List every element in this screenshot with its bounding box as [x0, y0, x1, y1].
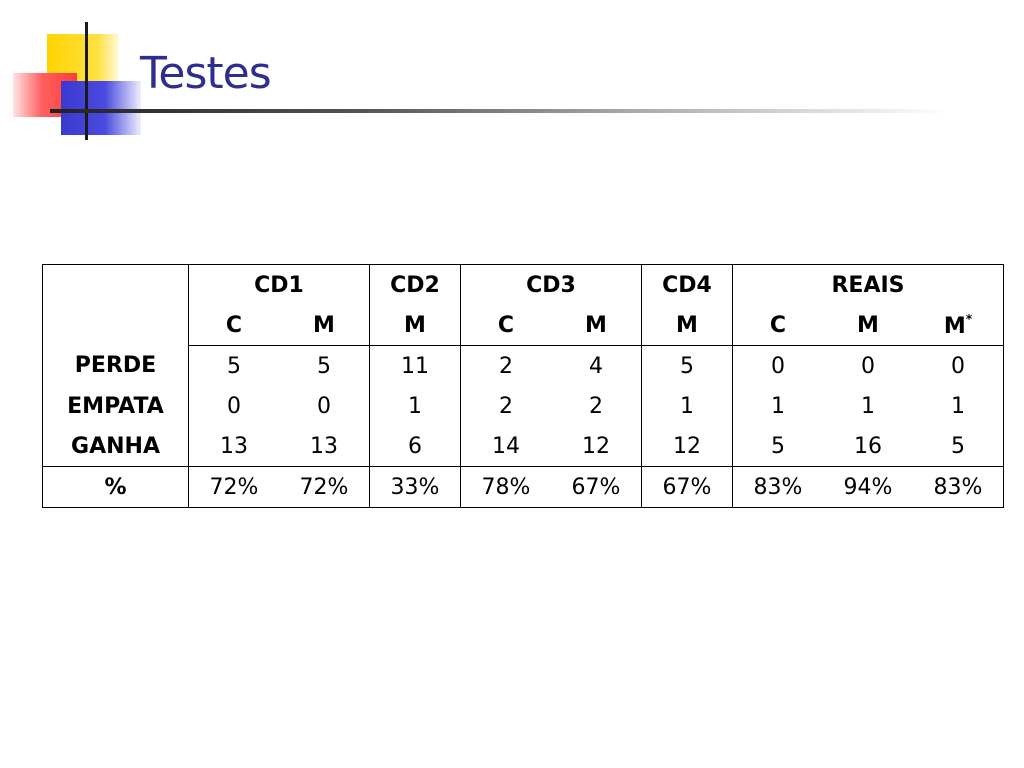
- data-cell: 0: [279, 386, 370, 426]
- data-cell: 0: [227, 393, 241, 419]
- percent-row: % 72% 72% 33% 78% 67% 67% 83% 94% 83%: [42, 466, 1004, 508]
- slide-logo-decoration: [0, 0, 150, 150]
- data-cell: 2: [499, 393, 513, 419]
- data-cell: 6: [369, 426, 461, 467]
- subheader-cell: C: [732, 305, 823, 346]
- data-cell: 13: [279, 426, 370, 467]
- data-cell: 67%: [641, 466, 733, 508]
- data-cell: 5: [913, 426, 1004, 467]
- data-cell: 72%: [188, 466, 279, 508]
- subheader-cell: C: [460, 305, 551, 346]
- data-cell: 0: [861, 353, 875, 379]
- data-cell: 14: [460, 426, 551, 467]
- data-cell: 83%: [913, 466, 1004, 508]
- table-row: PERDE 5 5 11 2 4 5 0 0 0: [42, 345, 1004, 386]
- corner-cell: [42, 264, 189, 346]
- data-cell: 12: [551, 426, 642, 467]
- row-label: PERDE: [42, 345, 189, 386]
- group-header-cd4: CD4: [641, 264, 733, 305]
- slide-title: Testes: [140, 48, 272, 99]
- data-cell: 1: [913, 386, 1004, 426]
- results-table: CD1 CD2 CD3 CD4 REAIS C M M C M M C M M*…: [42, 264, 1004, 508]
- group-header-cd3: CD3: [460, 264, 642, 305]
- data-cell: 2: [551, 386, 642, 426]
- group-header-reais: REAIS: [732, 264, 1004, 305]
- group-header-cd2: CD2: [369, 264, 461, 305]
- data-cell: 0: [771, 353, 785, 379]
- group-header-cd1: CD1: [188, 264, 370, 305]
- subheader-label: M: [943, 313, 966, 339]
- table-row: GANHA 13 13 6 14 12 12 5 16 5: [42, 426, 1004, 467]
- row-label: EMPATA: [42, 386, 189, 426]
- data-cell: 83%: [732, 466, 823, 508]
- data-cell: 78%: [460, 466, 551, 508]
- data-cell: 2: [499, 353, 513, 379]
- footnote-mark: *: [965, 311, 973, 326]
- data-cell: 5: [641, 345, 733, 386]
- data-cell: 11: [369, 345, 461, 386]
- data-cell: 13: [188, 426, 279, 467]
- data-cell: 1: [861, 393, 875, 419]
- row-label: GANHA: [42, 426, 189, 467]
- data-cell: 1: [369, 386, 461, 426]
- subheader-cell: C: [188, 305, 279, 346]
- title-underline: [50, 109, 950, 113]
- data-cell: 67%: [551, 466, 642, 508]
- data-cell: 1: [771, 393, 785, 419]
- data-cell: 5: [279, 345, 370, 386]
- data-cell: 16: [823, 426, 913, 467]
- data-cell: 5: [227, 353, 241, 379]
- subheader-cell: M: [279, 305, 370, 346]
- subheader-cell: M: [823, 305, 913, 346]
- row-label: %: [42, 466, 189, 508]
- subheader-cell: M: [641, 305, 733, 346]
- subheader-cell-marked: M*: [913, 305, 1004, 346]
- data-cell: 1: [641, 386, 733, 426]
- group-header-row: CD1 CD2 CD3 CD4 REAIS: [42, 264, 1004, 346]
- blue-square-shape: [61, 81, 141, 135]
- data-cell: 5: [732, 426, 823, 467]
- subheader-cell: M: [369, 305, 461, 346]
- data-cell: 94%: [823, 466, 913, 508]
- data-cell: 4: [551, 345, 642, 386]
- data-cell: 72%: [279, 466, 370, 508]
- data-cell: 12: [641, 426, 733, 467]
- data-cell: 33%: [369, 466, 461, 508]
- data-cell: 0: [913, 345, 1004, 386]
- table-row: EMPATA 0 0 1 2 2 1 1 1 1: [42, 386, 1004, 426]
- logo-vertical-line: [85, 22, 88, 140]
- subheader-cell: M: [551, 305, 642, 346]
